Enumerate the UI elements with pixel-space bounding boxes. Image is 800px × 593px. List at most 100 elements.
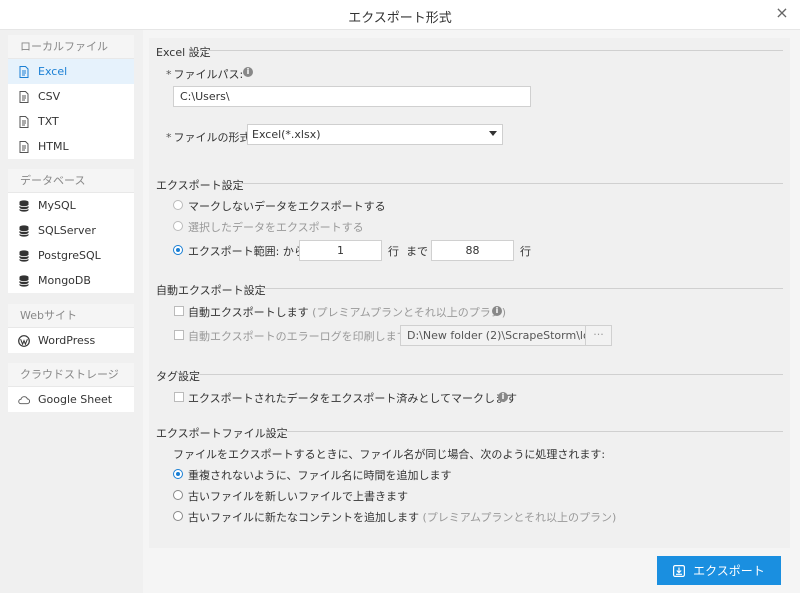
file-path-label: * ファイルパス:: [166, 66, 243, 82]
error-log-checkbox[interactable]: [174, 330, 184, 340]
chevron-down-icon: [489, 131, 497, 136]
sidebar-item-html[interactable]: HTML: [8, 134, 134, 159]
sidebar-item-label: TXT: [38, 115, 59, 128]
sidebar-item-sqlserver[interactable]: SQLServer: [8, 218, 134, 243]
sidebar-item-txt[interactable]: TXT: [8, 109, 134, 134]
cloud-icon: [18, 394, 30, 406]
sidebar-item-label: MySQL: [38, 199, 76, 212]
info-icon[interactable]: i: [243, 67, 253, 77]
export-file-description: ファイルをエクスポートするときに、ファイル名が同じ場合、次のように処理されます:: [173, 448, 606, 461]
group-header: データベース: [8, 169, 134, 193]
file-icon: [18, 115, 30, 128]
premium-note: (プレミアムプランとそれ以上のプラン): [422, 511, 617, 524]
file-icon: [18, 90, 30, 103]
radio-label: 古いファイルを新しいファイルで上書きます: [188, 490, 408, 503]
file-path-input[interactable]: C:\Users\: [173, 86, 531, 107]
to-label: まで: [406, 245, 428, 258]
sidebar-item-label: Google Sheet: [38, 393, 113, 406]
export-icon: [673, 564, 686, 577]
radio-export-selected[interactable]: [173, 221, 183, 231]
radio-label: マークしないデータをエクスポートする: [188, 200, 386, 213]
sidebar-item-mysql[interactable]: MySQL: [8, 193, 134, 218]
title-bar: エクスポート形式 ×: [0, 0, 800, 30]
window-title: エクスポート形式: [348, 11, 452, 26]
radio-append-content[interactable]: [173, 511, 183, 521]
file-path-label-text: ファイルパス:: [173, 68, 244, 81]
database-icon: [18, 249, 30, 262]
database-icon: [18, 199, 30, 212]
sidebar-item-mongodb[interactable]: MongoDB: [8, 268, 134, 293]
sidebar-item-label: HTML: [38, 140, 69, 153]
sidebar-item-csv[interactable]: CSV: [8, 84, 134, 109]
database-icon: [18, 224, 30, 237]
radio-export-range[interactable]: [173, 245, 183, 255]
section-divider: [277, 431, 783, 432]
main-content: Excel 設定 * ファイルパス: i C:\Users\ * ファイルの形式: …: [143, 30, 800, 593]
file-icon: [18, 65, 30, 78]
close-icon[interactable]: ×: [772, 3, 792, 23]
settings-panel: Excel 設定 * ファイルパス: i C:\Users\ * ファイルの形式: …: [149, 38, 790, 548]
sidebar-item-postgresql[interactable]: PostgreSQL: [8, 243, 134, 268]
group-header: Webサイト: [8, 304, 134, 328]
section-title-export-file: エクスポートファイル設定: [156, 427, 288, 440]
sidebar-item-label: SQLServer: [38, 224, 96, 237]
section-title-tag: タグ設定: [156, 370, 200, 383]
info-icon[interactable]: i: [498, 392, 508, 402]
group-header: ローカルファイル: [8, 35, 134, 59]
auto-export-checkbox[interactable]: [174, 306, 184, 316]
sidebar-item-wordpress[interactable]: WordPress: [8, 328, 134, 353]
group-header: クラウドストレージ: [8, 363, 134, 387]
group-cloud-storage: クラウドストレージ Google Sheet: [8, 363, 134, 412]
radio-label: エクスポート範囲: から: [188, 245, 305, 258]
error-log-label: 自動エクスポートのエラーログを印刷します: [188, 330, 408, 343]
section-divider: [261, 288, 783, 289]
sidebar-item-label: PostgreSQL: [38, 249, 101, 262]
sidebar-item-label: MongoDB: [38, 274, 91, 287]
radio-label: 古いファイルに新たなコンテントを追加します (プレミアムプランとそれ以上のプラン…: [188, 509, 616, 525]
range-to-input[interactable]: 88: [431, 240, 514, 261]
log-path-input[interactable]: D:\New folder (2)\ScrapeStorm\logs\a: [400, 325, 586, 346]
section-title-export: エクスポート設定: [156, 179, 244, 192]
row-label: 行: [520, 245, 531, 258]
required-mark: *: [166, 131, 172, 144]
section-divider: [239, 183, 783, 184]
auto-export-label: 自動エクスポートします (プレミアムプランとそれ以上のプラン): [188, 304, 506, 320]
section-title-excel: Excel 設定: [156, 46, 211, 59]
radio-export-unmarked[interactable]: [173, 200, 183, 210]
mark-exported-checkbox[interactable]: [174, 392, 184, 402]
radio-label: 選択したデータをエクスポートする: [188, 221, 364, 234]
sidebar-item-google-sheet[interactable]: Google Sheet: [8, 387, 134, 412]
file-format-select[interactable]: Excel(*.xlsx): [247, 124, 503, 145]
row-label: 行: [388, 245, 399, 258]
database-icon: [18, 274, 30, 287]
browse-button[interactable]: ···: [585, 325, 612, 346]
group-websites: Webサイト WordPress: [8, 304, 134, 353]
sidebar-item-label: Excel: [38, 65, 68, 78]
section-divider: [207, 50, 783, 51]
group-local-files: ローカルファイル Excel CSV TXT HTML: [8, 35, 134, 159]
sidebar-item-label: WordPress: [38, 334, 96, 347]
section-divider: [200, 374, 783, 375]
info-icon[interactable]: i: [492, 306, 502, 316]
file-format-value: Excel(*.xlsx): [252, 128, 321, 141]
premium-note: (プレミアムプランとそれ以上のプラン): [312, 306, 506, 319]
radio-label: 重複されないように、ファイル名に時間を追加します: [188, 469, 452, 482]
range-from-input[interactable]: 1: [299, 240, 382, 261]
radio-overwrite[interactable]: [173, 490, 183, 500]
section-title-auto-export: 自動エクスポート設定: [156, 284, 266, 297]
file-format-label: * ファイルの形式:: [166, 129, 254, 145]
sidebar-item-excel[interactable]: Excel: [8, 59, 134, 84]
sidebar-item-label: CSV: [38, 90, 61, 103]
wordpress-icon: [18, 334, 30, 347]
required-mark: *: [166, 68, 172, 81]
radio-append-time[interactable]: [173, 469, 183, 479]
file-icon: [18, 140, 30, 153]
export-button[interactable]: エクスポート: [657, 556, 781, 585]
append-content-text: 古いファイルに新たなコンテントを追加します: [188, 511, 419, 524]
mark-exported-label: エクスポートされたデータをエクスポート済みとしてマークします: [188, 392, 518, 405]
auto-export-text: 自動エクスポートします: [188, 306, 309, 319]
file-format-label-text: ファイルの形式:: [173, 131, 255, 144]
export-button-label: エクスポート: [693, 564, 765, 578]
group-databases: データベース MySQL SQLServer PostgreSQL MongoD…: [8, 169, 134, 293]
sidebar: ローカルファイル Excel CSV TXT HTML データベース MySQL…: [0, 30, 143, 593]
